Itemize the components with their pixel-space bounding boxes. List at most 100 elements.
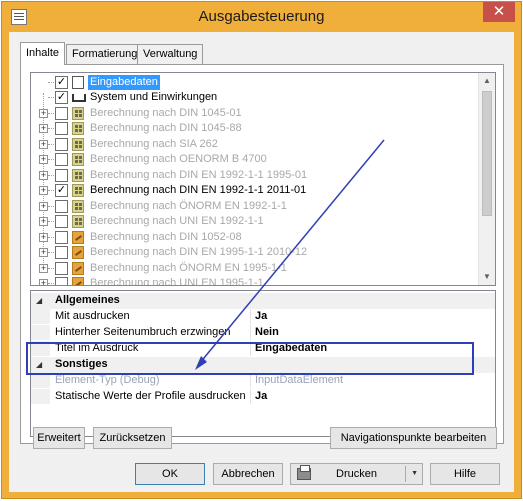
tree-item-sia-262[interactable]: + Berechnung nach SIA 262 (31, 137, 481, 152)
expand-icon[interactable]: + (39, 202, 48, 211)
tree-item-eingabedaten[interactable]: ✓ Eingabedaten (31, 75, 481, 90)
tab-inhalte[interactable]: Inhalte (20, 42, 66, 65)
tree-item-label: Eingabedaten (88, 75, 160, 90)
tree-item-din-1045-01[interactable]: + Berechnung nach DIN 1045-01 (31, 106, 481, 121)
property-row-titel[interactable]: Titel im Ausdruck Eingabedaten (31, 341, 495, 356)
expand-icon[interactable]: + (39, 279, 48, 285)
property-value[interactable]: Nein (255, 326, 279, 338)
tab-formatierung[interactable]: Formatierung (66, 44, 144, 64)
expand-icon[interactable]: + (39, 264, 48, 273)
category-allgemeines[interactable]: ◢ Allgemeines (31, 293, 495, 309)
property-row-seitenumbruch[interactable]: Hinterher Seitenumbruch erzwingen Nein (31, 325, 495, 340)
chevron-down-icon[interactable]: ▼ (411, 470, 418, 478)
expand-button[interactable]: Erweitert (33, 427, 85, 449)
expand-icon[interactable]: + (39, 140, 48, 149)
printer-icon (297, 465, 311, 480)
checkbox[interactable] (55, 107, 68, 120)
calculator-icon (72, 200, 84, 213)
checkbox[interactable] (55, 277, 68, 285)
property-name: Hinterher Seitenumbruch erzwingen (55, 326, 231, 338)
tree-item-label: Berechnung nach UNI EN 1995-1-1 (90, 277, 264, 286)
category-label: Sonstiges (55, 358, 108, 370)
tree-item-din-en-1992-1995[interactable]: + Berechnung nach DIN EN 1992-1-1 1995-0… (31, 168, 481, 183)
calculator-wood-icon (72, 277, 84, 285)
property-value[interactable]: Ja (255, 390, 267, 402)
calculator-icon (72, 122, 84, 135)
scroll-down-icon[interactable]: ▼ (479, 269, 495, 285)
property-row-element-typ[interactable]: Element-Typ (Debug) InputDataElement (31, 373, 495, 388)
property-row-mit-ausdrucken[interactable]: Mit ausdrucken Ja (31, 309, 495, 324)
expand-icon[interactable]: + (39, 155, 48, 164)
expand-icon[interactable]: + (39, 186, 48, 195)
tree-item-label: Berechnung nach DIN EN 1992-1-1 2011-01 (90, 184, 307, 196)
content-tree[interactable]: ✓ Eingabedaten ✓ System und Einwirkungen… (30, 72, 496, 286)
calculator-icon (72, 153, 84, 166)
property-grid: ◢ Allgemeines Mit ausdrucken Ja Hinterhe… (30, 290, 496, 437)
tree-item-system[interactable]: ✓ System und Einwirkungen (31, 90, 481, 105)
checkbox[interactable] (55, 246, 68, 259)
tab-panel-inhalte: ✓ Eingabedaten ✓ System und Einwirkungen… (20, 64, 504, 444)
tree-item-oenorm-en-1992[interactable]: + Berechnung nach ÖNORM EN 1992-1-1 (31, 199, 481, 214)
tree-item-uni-en-1995[interactable]: + Berechnung nach UNI EN 1995-1-1 (31, 276, 481, 286)
tree-item-din-en-1995-2010[interactable]: + Berechnung nach DIN EN 1995-1-1 2010-1… (31, 245, 481, 260)
expand-icon[interactable]: + (39, 124, 48, 133)
tree-item-oenorm-b4700[interactable]: + Berechnung nach OENORM B 4700 (31, 152, 481, 167)
expand-icon[interactable]: + (39, 217, 48, 226)
collapse-icon[interactable]: ◢ (36, 360, 42, 369)
tree-scrollbar[interactable]: ▲ ▼ (478, 73, 495, 285)
tree-item-label: Berechnung nach ÖNORM EN 1992-1-1 (90, 200, 287, 212)
tree-item-label: Berechnung nach SIA 262 (90, 138, 218, 150)
document-icon (72, 76, 84, 89)
property-row-statische-werte[interactable]: Statische Werte der Profile ausdrucken J… (31, 389, 495, 404)
tree-item-label: Berechnung nach DIN EN 1992-1-1 1995-01 (90, 169, 308, 181)
checkbox[interactable] (55, 215, 68, 228)
expand-icon[interactable]: + (39, 171, 48, 180)
property-name: Mit ausdrucken (55, 310, 130, 322)
calculator-icon (72, 138, 84, 151)
checkbox[interactable]: ✓ (55, 76, 68, 89)
checkbox[interactable] (55, 153, 68, 166)
checkbox[interactable]: ✓ (55, 184, 68, 197)
ok-button[interactable]: OK (135, 463, 205, 485)
help-button[interactable]: Hilfe (430, 463, 500, 485)
tree-item-label: Berechnung nach DIN EN 1995-1-1 2010-12 (90, 246, 308, 258)
expand-icon[interactable]: + (39, 233, 48, 242)
calculator-icon (72, 169, 84, 182)
dialog-body: Inhalte Formatierung Verwaltung ✓ Eingab… (9, 32, 514, 492)
tree-item-uni-en-1992[interactable]: + Berechnung nach UNI EN 1992-1-1 (31, 214, 481, 229)
reset-button[interactable]: Zurücksetzen (93, 427, 172, 449)
system-icon (72, 94, 86, 102)
checkbox[interactable] (55, 169, 68, 182)
cancel-button[interactable]: Abbrechen (213, 463, 283, 485)
tab-verwaltung[interactable]: Verwaltung (137, 44, 204, 64)
print-split-button[interactable]: Drucken ▼ (290, 463, 423, 485)
checkbox[interactable] (55, 138, 68, 151)
expand-icon[interactable]: + (39, 248, 48, 257)
checkbox[interactable]: ✓ (55, 91, 68, 104)
tree-item-din-en-1992-2011[interactable]: + ✓ Berechnung nach DIN EN 1992-1-1 2011… (31, 183, 481, 198)
edit-navigation-points-button[interactable]: Navigationspunkte bearbeiten (330, 427, 497, 449)
tree-item-din-1052-08[interactable]: + Berechnung nach DIN 1052-08 (31, 230, 481, 245)
checkbox[interactable] (55, 231, 68, 244)
tree-item-oenorm-en-1995[interactable]: + Berechnung nach ÖNORM EN 1995-1-1 (31, 261, 481, 276)
close-button[interactable]: ✕ (483, 2, 515, 22)
property-value[interactable]: Eingabedaten (255, 342, 327, 354)
property-name: Statische Werte der Profile ausdrucken (55, 390, 246, 402)
property-value: InputDataElement (255, 374, 344, 386)
checkbox[interactable] (55, 200, 68, 213)
calculator-wood-icon (72, 246, 84, 259)
calculator-wood-icon (72, 231, 84, 244)
title-bar[interactable]: Ausgabesteuerung ✕ (2, 2, 521, 32)
checkbox[interactable] (55, 122, 68, 135)
expand-icon[interactable]: + (39, 109, 48, 118)
property-value[interactable]: Ja (255, 310, 267, 322)
scroll-thumb[interactable] (482, 91, 492, 216)
checkbox[interactable] (55, 262, 68, 275)
calculator-icon (72, 215, 84, 228)
tree-item-din-1045-88[interactable]: + Berechnung nach DIN 1045-88 (31, 121, 481, 136)
scroll-up-icon[interactable]: ▲ (479, 73, 495, 89)
tree-item-label: Berechnung nach DIN 1045-01 (90, 107, 242, 119)
collapse-icon[interactable]: ◢ (36, 296, 42, 305)
category-sonstiges[interactable]: ◢ Sonstiges (31, 357, 495, 373)
tree-item-label: Berechnung nach OENORM B 4700 (90, 153, 267, 165)
